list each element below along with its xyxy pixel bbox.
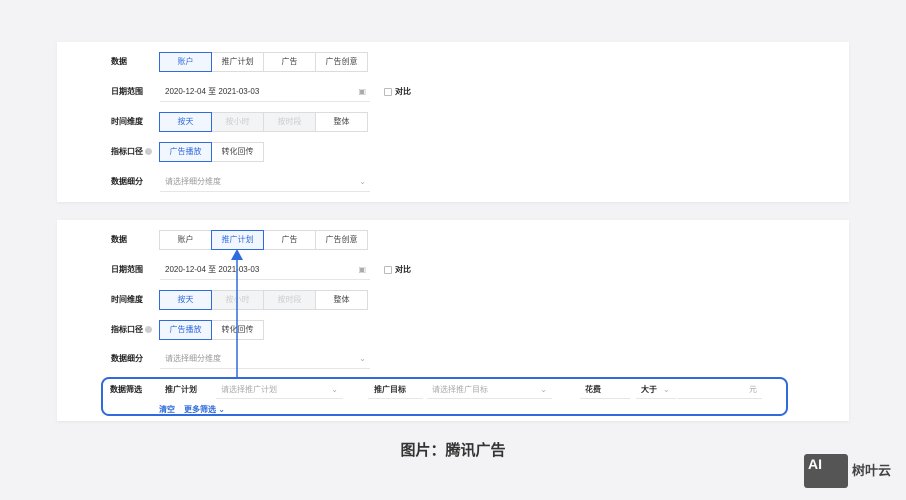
more-filters-link[interactable]: 更多筛选 ⌄ bbox=[184, 402, 225, 418]
chevron-down-icon: ⌄ bbox=[331, 385, 338, 394]
tab-day[interactable]: 按天 bbox=[159, 112, 212, 132]
highlight-arrow bbox=[231, 249, 243, 377]
cost-value-input[interactable]: 元 bbox=[678, 382, 762, 399]
plan-label: 推广计划 bbox=[165, 385, 197, 394]
cost-label: 花费 bbox=[580, 382, 630, 399]
chevron-down-icon: ⌄ bbox=[216, 405, 225, 414]
cost-operator-select[interactable]: 大于 ⌄ bbox=[636, 382, 676, 399]
goal-select[interactable]: 请选择推广目标 ⌄ bbox=[427, 382, 552, 399]
plan-placeholder: 请选择推广计划 bbox=[221, 385, 277, 394]
plan-select[interactable]: 请选择推广计划 ⌄ bbox=[216, 382, 343, 399]
goal-label: 推广目标 bbox=[368, 382, 423, 399]
chevron-down-icon: ⌄ bbox=[663, 385, 670, 394]
more-filters-text: 更多筛选 bbox=[184, 405, 216, 414]
watermark-brand: 树叶云 bbox=[852, 463, 892, 478]
caption: 图片：腾讯广告 bbox=[400, 442, 506, 459]
tab-day[interactable]: 按天 bbox=[159, 290, 212, 310]
cost-operator: 大于 bbox=[641, 385, 657, 394]
clear-link[interactable]: 清空 bbox=[159, 402, 175, 418]
tab-ad-play[interactable]: 广告播放 bbox=[159, 320, 212, 340]
chevron-down-icon: ⌄ bbox=[540, 385, 547, 394]
tab-ad-play[interactable]: 广告播放 bbox=[159, 142, 212, 162]
watermark-logo: AI bbox=[804, 454, 848, 488]
cost-unit: 元 bbox=[749, 385, 757, 394]
filter-label: 数据筛选 bbox=[110, 385, 142, 394]
tab-campaign[interactable]: 推广计划 bbox=[211, 230, 264, 250]
goal-placeholder: 请选择推广目标 bbox=[432, 385, 488, 394]
tab-account[interactable]: 账户 bbox=[159, 52, 212, 72]
